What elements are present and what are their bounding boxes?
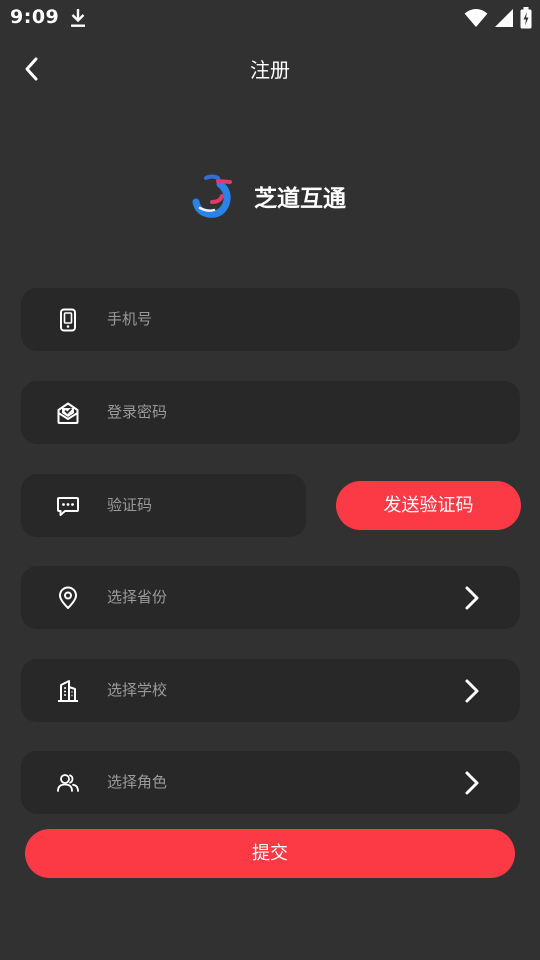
province-select[interactable]: 选择省份 xyxy=(21,566,520,629)
phone-icon xyxy=(60,308,76,332)
battery-icon xyxy=(520,7,532,29)
status-indicators xyxy=(464,7,532,29)
signal-icon xyxy=(495,9,513,27)
brand-name: 芝道互通 xyxy=(254,186,346,212)
submit-button[interactable]: 提交 xyxy=(25,829,515,878)
role-select[interactable]: 选择角色 xyxy=(21,751,520,814)
password-field[interactable]: 登录密码 xyxy=(21,381,520,444)
phone-field[interactable]: 手机号 xyxy=(21,288,520,351)
chevron-right-icon xyxy=(465,771,479,795)
users-icon xyxy=(57,774,79,792)
chevron-right-icon xyxy=(465,586,479,610)
brand-logo-icon xyxy=(192,174,232,218)
brand: 芝道互通 xyxy=(190,170,346,222)
chevron-right-icon xyxy=(465,679,479,703)
school-placeholder: 选择学校 xyxy=(107,681,168,699)
province-placeholder: 选择省份 xyxy=(107,588,168,606)
download-icon xyxy=(71,9,85,27)
message-icon xyxy=(57,497,79,516)
register-screen: 9:09 注册 芝道互通 手机号 登录密码 验证码 发送验证码 选择省份 选择学… xyxy=(0,0,540,960)
role-placeholder: 选择角色 xyxy=(107,773,168,791)
school-select[interactable]: 选择学校 xyxy=(21,659,520,722)
verification-code-placeholder: 验证码 xyxy=(107,496,153,514)
wifi-icon xyxy=(464,9,488,27)
password-placeholder: 登录密码 xyxy=(107,403,168,421)
building-icon xyxy=(58,680,78,702)
phone-placeholder: 手机号 xyxy=(107,310,153,328)
send-code-button[interactable]: 发送验证码 xyxy=(336,481,521,530)
password-icon xyxy=(57,402,79,424)
location-pin-icon xyxy=(59,586,77,609)
status-bar: 9:09 xyxy=(0,0,540,36)
page-title: 注册 xyxy=(250,58,290,82)
verification-code-field[interactable]: 验证码 xyxy=(21,474,306,537)
status-time: 9:09 xyxy=(10,6,60,28)
